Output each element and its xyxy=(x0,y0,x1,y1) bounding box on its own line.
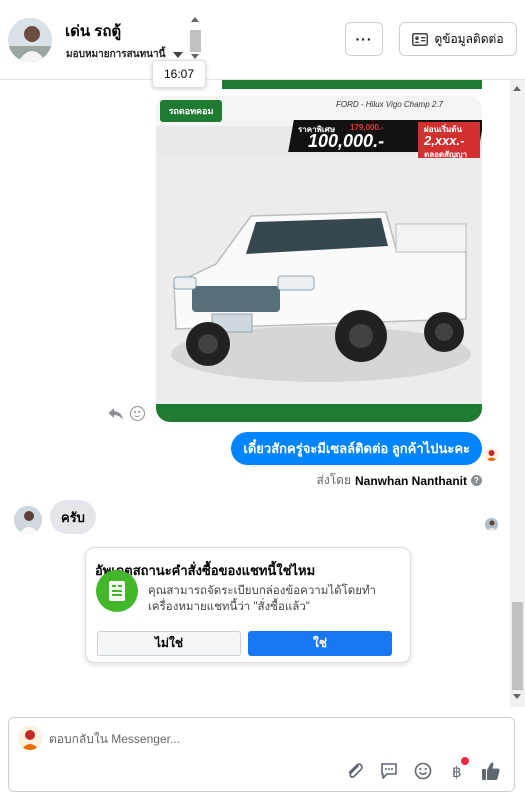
saved-replies-icon[interactable] xyxy=(378,760,400,782)
order-no-button[interactable]: ไม่ใช่ xyxy=(97,631,241,656)
attachment-icon[interactable] xyxy=(344,760,366,782)
ad-down-value: 2,xxx.- xyxy=(424,133,465,148)
react-emoji-icon[interactable] xyxy=(130,406,145,421)
svg-text:฿: ฿ xyxy=(452,763,462,780)
time-tooltip: 16:07 xyxy=(152,60,206,88)
contact-seen-avatar xyxy=(485,518,498,531)
sent-by-prefix: ส่งโดย xyxy=(316,473,351,487)
sent-by-name: Nanwhan Nanthanit xyxy=(354,473,467,488)
contact-avatar[interactable] xyxy=(8,18,52,62)
scroll-thumb[interactable] xyxy=(190,30,201,52)
incoming-message[interactable]: ครับ xyxy=(50,500,96,534)
contact-card-icon xyxy=(412,32,429,46)
message-actions xyxy=(108,406,145,421)
header-scrollbar[interactable] xyxy=(188,14,203,62)
chevron-down-icon xyxy=(173,51,184,58)
scroll-down-icon[interactable] xyxy=(513,694,521,699)
reply-composer: ฿ xyxy=(8,717,515,792)
pickup-truck-image xyxy=(156,154,482,404)
page-avatar xyxy=(18,726,42,750)
scroll-up-icon[interactable] xyxy=(513,86,521,91)
ad-down-sub: ตลอดสัญญา xyxy=(424,150,468,159)
order-card-description: คุณสามารถจัดระเบียบกล่องข้อความได้โดยทำเ… xyxy=(148,585,377,613)
payment-baht-icon[interactable]: ฿ xyxy=(446,757,469,782)
previous-image-edge[interactable] xyxy=(222,80,482,89)
scroll-up-icon[interactable] xyxy=(191,17,199,22)
more-options-button[interactable]: ··· xyxy=(345,22,383,56)
ad-bottom-bar xyxy=(156,404,482,422)
view-contact-button[interactable]: ดูข้อมูลติดต่อ xyxy=(399,22,517,56)
view-contact-label: ดูข้อมูลติดต่อ xyxy=(434,31,504,46)
ad-model-text: FORD - Hilux Vigo Champ 2.7 xyxy=(336,100,443,109)
outgoing-message[interactable]: เดี๋ยวสักครู่จะมีเซลล์ติดต่อ ลูกค้าไปนะค… xyxy=(231,432,482,465)
car-ad-image[interactable]: รถดอทคอม FORD - Hilux Vigo Champ 2.7 ราค… xyxy=(156,96,482,422)
scroll-thumb[interactable] xyxy=(512,602,523,690)
order-yes-button[interactable]: ใช่ xyxy=(248,631,392,656)
ad-price-new: 100,000.- xyxy=(308,131,385,151)
order-receipt-icon xyxy=(96,570,138,612)
conversation-header: เด่น รถตู้ มอบหมายการสนทนานี้ ··· ดูข้อม… xyxy=(0,0,525,80)
order-status-card: อัพเดตสถานะคำสั่งซื้อของแชทนี้ใช่ไหม คุณ… xyxy=(85,547,411,663)
scroll-down-icon[interactable] xyxy=(191,54,199,59)
composer-tools: ฿ xyxy=(344,757,502,782)
sent-by-line: ส่งโดย Nanwhan Nanthanit ? xyxy=(317,471,482,490)
conversation-scrollbar[interactable] xyxy=(510,80,525,707)
reply-input[interactable] xyxy=(49,730,349,748)
emoji-icon[interactable] xyxy=(412,760,434,782)
notification-dot xyxy=(461,757,469,765)
reply-icon[interactable] xyxy=(108,407,124,421)
contact-name[interactable]: เด่น รถตู้ xyxy=(65,19,121,43)
thumbs-up-icon[interactable] xyxy=(480,760,502,782)
ad-logo: รถดอทคอม xyxy=(160,100,222,122)
contact-avatar-small[interactable] xyxy=(14,506,42,534)
seen-avatar xyxy=(485,448,498,461)
assign-label: มอบหมายการสนทนานี้ xyxy=(66,49,166,60)
help-icon[interactable]: ? xyxy=(471,475,482,486)
